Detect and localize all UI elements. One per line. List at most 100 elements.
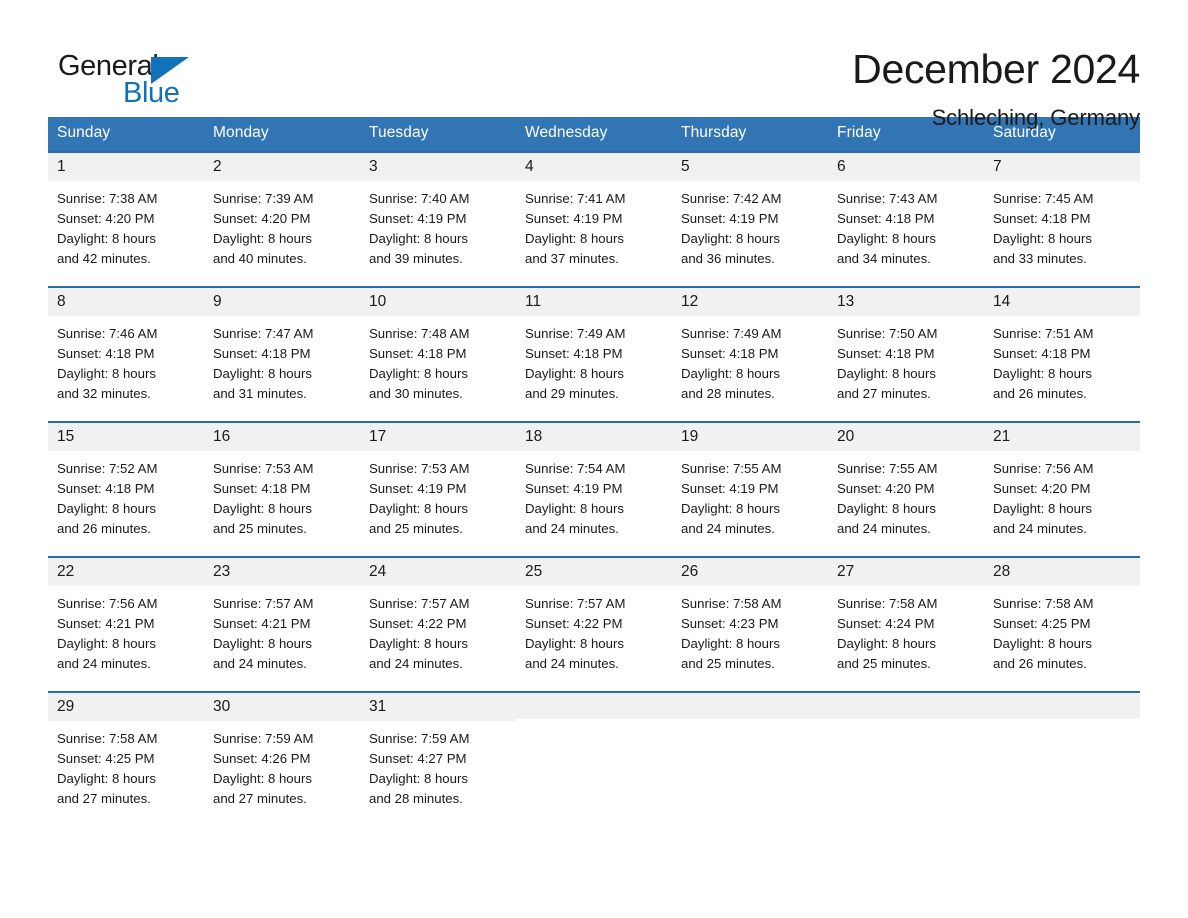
day-number: 25 <box>516 558 672 587</box>
day-number: 24 <box>360 558 516 587</box>
day-sun-info: Sunrise: 7:38 AM Sunset: 4:20 PM Daylight:… <box>48 181 204 269</box>
sunset-text: Sunset: 4:18 PM <box>213 346 311 362</box>
day-sun-info: Sunrise: 7:42 AM Sunset: 4:19 PM Daylight:… <box>672 181 828 269</box>
sunset-text: Sunset: 4:18 PM <box>837 211 935 227</box>
calendar-day-cell[interactable]: 6 Sunrise: 7:43 AM Sunset: 4:18 PM Daylight… <box>828 152 984 287</box>
daylight-text-line1: Daylight: 8 hours <box>525 366 624 382</box>
daylight-text-line1: Daylight: 8 hours <box>369 501 468 517</box>
calendar-day-cell[interactable]: 9 Sunrise: 7:47 AM Sunset: 4:18 PM Daylight… <box>204 287 360 422</box>
calendar-day-cell[interactable]: 21 Sunrise: 7:56 AM Sunset: 4:20 PM Dayligh… <box>984 422 1140 557</box>
sunset-text: Sunset: 4:18 PM <box>993 346 1091 362</box>
calendar-day-cell[interactable]: 4 Sunrise: 7:41 AM Sunset: 4:19 PM Daylight… <box>516 152 672 287</box>
sunrise-text: Sunrise: 7:55 AM <box>837 461 938 477</box>
calendar-day-cell[interactable]: 23 Sunrise: 7:57 AM Sunset: 4:21 PM Dayligh… <box>204 557 360 692</box>
day-sun-info: Sunrise: 7:50 AM Sunset: 4:18 PM Daylight:… <box>828 316 984 404</box>
daylight-text-line2: and 25 minutes. <box>369 521 463 537</box>
sunrise-text: Sunrise: 7:48 AM <box>369 326 470 342</box>
day-sun-info: Sunrise: 7:56 AM Sunset: 4:21 PM Daylight:… <box>48 586 204 674</box>
calendar-day-cell[interactable]: 19 Sunrise: 7:55 AM Sunset: 4:19 PM Dayligh… <box>672 422 828 557</box>
day-number: 2 <box>204 153 360 182</box>
sunset-text: Sunset: 4:19 PM <box>369 481 467 497</box>
sunrise-text: Sunrise: 7:42 AM <box>681 191 782 207</box>
day-sun-info: Sunrise: 7:46 AM Sunset: 4:18 PM Daylight:… <box>48 316 204 404</box>
calendar-cell-empty <box>828 692 984 827</box>
daylight-text-line2: and 31 minutes. <box>213 386 307 402</box>
sunrise-text: Sunrise: 7:49 AM <box>525 326 626 342</box>
daylight-text-line1: Daylight: 8 hours <box>57 231 156 247</box>
daylight-text-line2: and 24 minutes. <box>57 656 151 672</box>
calendar-day-cell[interactable]: 8 Sunrise: 7:46 AM Sunset: 4:18 PM Daylight… <box>48 287 204 422</box>
day-number: 19 <box>672 423 828 452</box>
day-number: 28 <box>984 558 1140 587</box>
sunrise-text: Sunrise: 7:50 AM <box>837 326 938 342</box>
sunrise-text: Sunrise: 7:43 AM <box>837 191 938 207</box>
calendar-day-cell[interactable]: 2 Sunrise: 7:39 AM Sunset: 4:20 PM Daylight… <box>204 152 360 287</box>
daylight-text-line1: Daylight: 8 hours <box>213 501 312 517</box>
calendar-day-cell[interactable]: 15 Sunrise: 7:52 AM Sunset: 4:18 PM Dayligh… <box>48 422 204 557</box>
page-header: General Blue December 2024 Schleching, G… <box>48 0 1140 130</box>
sunset-text: Sunset: 4:18 PM <box>369 346 467 362</box>
calendar-day-cell[interactable]: 29 Sunrise: 7:58 AM Sunset: 4:25 PM Dayligh… <box>48 692 204 827</box>
sunset-text: Sunset: 4:23 PM <box>681 616 779 632</box>
daylight-text-line2: and 24 minutes. <box>213 656 307 672</box>
day-number: 26 <box>672 558 828 587</box>
calendar-day-cell[interactable]: 7 Sunrise: 7:45 AM Sunset: 4:18 PM Daylight… <box>984 152 1140 287</box>
day-number: 6 <box>828 153 984 182</box>
sunset-text: Sunset: 4:18 PM <box>837 346 935 362</box>
calendar-day-cell[interactable]: 27 Sunrise: 7:58 AM Sunset: 4:24 PM Dayligh… <box>828 557 984 692</box>
sunset-text: Sunset: 4:18 PM <box>213 481 311 497</box>
calendar-day-cell[interactable]: 5 Sunrise: 7:42 AM Sunset: 4:19 PM Daylight… <box>672 152 828 287</box>
calendar-day-cell[interactable]: 14 Sunrise: 7:51 AM Sunset: 4:18 PM Dayligh… <box>984 287 1140 422</box>
daylight-text-line1: Daylight: 8 hours <box>369 231 468 247</box>
sunrise-text: Sunrise: 7:58 AM <box>57 731 158 747</box>
daylight-text-line2: and 24 minutes. <box>837 521 931 537</box>
sunrise-text: Sunrise: 7:41 AM <box>525 191 626 207</box>
calendar-day-cell[interactable]: 20 Sunrise: 7:55 AM Sunset: 4:20 PM Dayligh… <box>828 422 984 557</box>
sunset-text: Sunset: 4:22 PM <box>369 616 467 632</box>
calendar-day-cell[interactable]: 30 Sunrise: 7:59 AM Sunset: 4:26 PM Dayligh… <box>204 692 360 827</box>
sunrise-text: Sunrise: 7:54 AM <box>525 461 626 477</box>
sunset-text: Sunset: 4:19 PM <box>525 211 623 227</box>
calendar-day-cell[interactable]: 22 Sunrise: 7:56 AM Sunset: 4:21 PM Dayligh… <box>48 557 204 692</box>
daylight-text-line1: Daylight: 8 hours <box>213 366 312 382</box>
calendar-day-cell[interactable]: 31 Sunrise: 7:59 AM Sunset: 4:27 PM Dayligh… <box>360 692 516 827</box>
calendar-day-cell[interactable]: 26 Sunrise: 7:58 AM Sunset: 4:23 PM Dayligh… <box>672 557 828 692</box>
calendar-day-cell[interactable]: 12 Sunrise: 7:49 AM Sunset: 4:18 PM Dayligh… <box>672 287 828 422</box>
calendar-day-cell[interactable]: 16 Sunrise: 7:53 AM Sunset: 4:18 PM Dayligh… <box>204 422 360 557</box>
calendar-day-cell[interactable]: 17 Sunrise: 7:53 AM Sunset: 4:19 PM Dayligh… <box>360 422 516 557</box>
calendar-day-cell[interactable]: 18 Sunrise: 7:54 AM Sunset: 4:19 PM Dayligh… <box>516 422 672 557</box>
sunset-text: Sunset: 4:20 PM <box>57 211 155 227</box>
calendar-day-cell[interactable]: 3 Sunrise: 7:40 AM Sunset: 4:19 PM Daylight… <box>360 152 516 287</box>
calendar-cell-empty <box>516 692 672 827</box>
daylight-text-line1: Daylight: 8 hours <box>681 636 780 652</box>
calendar-day-cell[interactable]: 13 Sunrise: 7:50 AM Sunset: 4:18 PM Dayligh… <box>828 287 984 422</box>
sunset-text: Sunset: 4:18 PM <box>993 211 1091 227</box>
daylight-text-line1: Daylight: 8 hours <box>681 366 780 382</box>
sunrise-text: Sunrise: 7:59 AM <box>369 731 470 747</box>
calendar-day-cell[interactable]: 25 Sunrise: 7:57 AM Sunset: 4:22 PM Dayligh… <box>516 557 672 692</box>
daylight-text-line2: and 28 minutes. <box>681 386 775 402</box>
calendar-day-cell[interactable]: 11 Sunrise: 7:49 AM Sunset: 4:18 PM Dayligh… <box>516 287 672 422</box>
sunrise-text: Sunrise: 7:56 AM <box>57 596 158 612</box>
day-number: 15 <box>48 423 204 452</box>
calendar-day-cell[interactable]: 24 Sunrise: 7:57 AM Sunset: 4:22 PM Dayligh… <box>360 557 516 692</box>
calendar-day-cell[interactable]: 10 Sunrise: 7:48 AM Sunset: 4:18 PM Dayligh… <box>360 287 516 422</box>
weekday-header-sunday: Sunday <box>48 117 204 152</box>
daylight-text-line1: Daylight: 8 hours <box>993 501 1092 517</box>
weekday-header-monday: Monday <box>204 117 360 152</box>
sunrise-text: Sunrise: 7:51 AM <box>993 326 1094 342</box>
day-number <box>672 693 828 719</box>
sunrise-text: Sunrise: 7:57 AM <box>369 596 470 612</box>
sunrise-text: Sunrise: 7:45 AM <box>993 191 1094 207</box>
sunset-text: Sunset: 4:25 PM <box>993 616 1091 632</box>
daylight-text-line2: and 27 minutes. <box>213 791 307 807</box>
calendar-cell-empty <box>672 692 828 827</box>
daylight-text-line2: and 33 minutes. <box>993 251 1087 267</box>
sunset-text: Sunset: 4:20 PM <box>837 481 935 497</box>
day-number: 20 <box>828 423 984 452</box>
sunrise-text: Sunrise: 7:59 AM <box>213 731 314 747</box>
daylight-text-line2: and 24 minutes. <box>681 521 775 537</box>
calendar-day-cell[interactable]: 28 Sunrise: 7:58 AM Sunset: 4:25 PM Dayligh… <box>984 557 1140 692</box>
daylight-text-line1: Daylight: 8 hours <box>837 501 936 517</box>
calendar-day-cell[interactable]: 1 Sunrise: 7:38 AM Sunset: 4:20 PM Daylight… <box>48 152 204 287</box>
